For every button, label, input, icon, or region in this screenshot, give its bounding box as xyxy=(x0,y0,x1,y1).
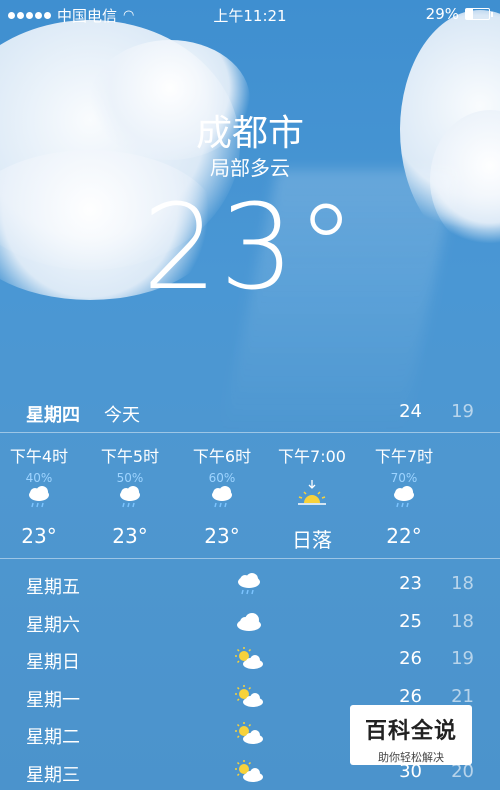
hour-time: 下午6时 xyxy=(192,447,252,466)
hour-temperature: 22° xyxy=(386,524,422,548)
daily-high: 25 xyxy=(399,610,422,632)
today-low: 19 xyxy=(451,401,474,422)
hour-time: 下午5时 xyxy=(100,447,160,466)
daily-row: 星期日 26 19 xyxy=(26,643,474,681)
daily-day: 星期三 xyxy=(26,764,80,786)
battery-icon xyxy=(465,8,493,20)
hour-temperature: 23° xyxy=(21,524,57,548)
partly-sunny-icon xyxy=(234,759,264,784)
watermark-subtitle: 助你轻松解决 xyxy=(378,751,444,764)
rain-cloud-icon xyxy=(390,485,418,509)
daily-low: 19 xyxy=(451,648,474,669)
watermark-title: 百科全说 xyxy=(364,719,457,744)
hourly-forecast[interactable]: 下午4时 40% 23° 下午5时 50% 23° 下午6时 60% 23° 下… xyxy=(0,432,500,559)
rain-cloud-icon xyxy=(116,485,144,509)
sunset-icon xyxy=(296,479,328,507)
rain-cloud-icon xyxy=(208,485,236,509)
precip-chance: 70% xyxy=(390,471,418,485)
precip-chance: 50% xyxy=(116,471,144,485)
partly-sunny-icon xyxy=(234,722,264,746)
rain-cloud-icon xyxy=(25,485,53,509)
status-bar: 中国电信 ◠ 上午11:21 29% xyxy=(0,0,500,28)
battery-percent: 29% xyxy=(425,5,459,23)
daily-day: 星期五 xyxy=(26,577,80,598)
today-weekday: 星期四 xyxy=(26,405,80,426)
weather-condition: 局部多云 xyxy=(210,156,290,180)
hour-temperature: 23° xyxy=(204,524,240,548)
precip-chance: 40% xyxy=(25,471,53,485)
daily-row: 星期六 25 18 xyxy=(26,606,474,644)
hour-time: 下午4时 xyxy=(9,447,69,466)
cloud-icon xyxy=(234,610,264,634)
today-label: 今天 xyxy=(104,405,140,426)
daily-low: 18 xyxy=(451,610,474,632)
city-name: 成都市 xyxy=(195,113,304,154)
daily-day: 星期六 xyxy=(26,614,80,636)
today-summary: 星期四 今天 24 19 xyxy=(26,399,474,429)
daily-low: 18 xyxy=(451,573,474,594)
precip-chance: 60% xyxy=(208,471,236,485)
current-temperature: 23° xyxy=(142,178,358,316)
partly-sunny-icon xyxy=(234,684,264,709)
today-high: 24 xyxy=(399,401,422,422)
hour-temperature: 23° xyxy=(112,524,148,548)
daily-row: 星期五 23 18 xyxy=(26,568,474,606)
hour-time: 下午7时 xyxy=(374,447,434,466)
daily-low: 21 xyxy=(451,685,474,707)
daily-high: 26 xyxy=(399,685,422,707)
watermark-logo: 百科全说 助你轻松解决 xyxy=(350,705,472,765)
partly-sunny-icon xyxy=(234,647,264,671)
hour-time: 下午7:00 xyxy=(278,447,346,466)
sunset-label: 日落 xyxy=(292,528,332,552)
rain-cloud-icon xyxy=(234,572,264,596)
daily-high: 23 xyxy=(399,573,422,594)
daily-day: 星期一 xyxy=(26,689,80,711)
daily-day: 星期日 xyxy=(26,652,80,673)
daily-day: 星期二 xyxy=(26,727,80,748)
daily-high: 26 xyxy=(399,648,422,669)
